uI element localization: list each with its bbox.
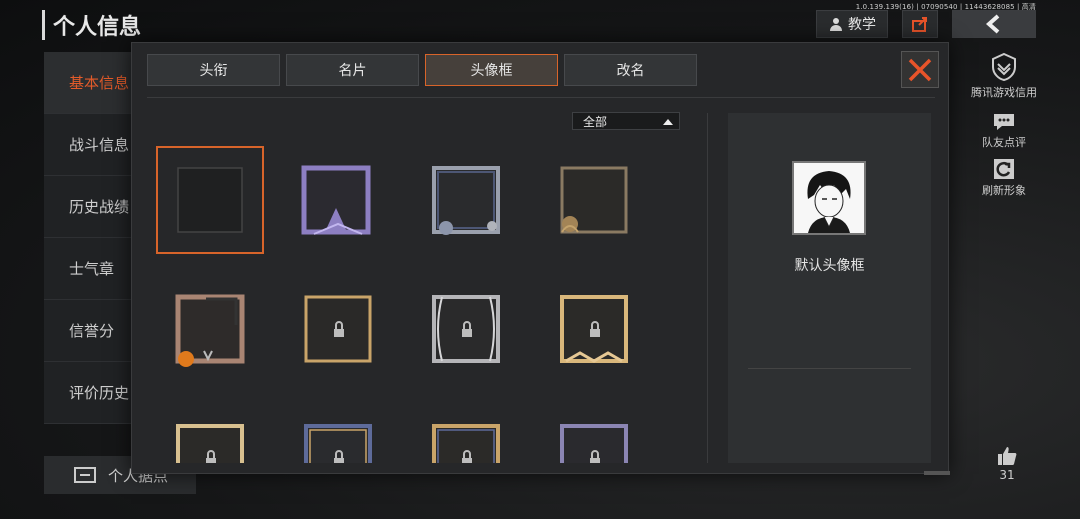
like-count: 31 [999, 468, 1015, 482]
avatar [792, 161, 866, 235]
nav-item-morale-badge[interactable]: 士气章 [44, 238, 140, 300]
close-icon [908, 58, 932, 81]
avatar-illustration [794, 163, 864, 233]
tutorial-button[interactable]: 教学 [816, 10, 888, 38]
divider [707, 113, 708, 463]
back-arrow-icon [985, 14, 1000, 34]
frame-grid [146, 105, 702, 463]
refresh-image-label: 刷新形象 [982, 184, 1026, 197]
frame-item-purple[interactable] [284, 146, 392, 254]
close-button[interactable] [901, 51, 939, 88]
share-icon [912, 17, 927, 32]
frame-item-purple-plain[interactable] [540, 404, 648, 463]
scrollbar[interactable] [924, 471, 950, 475]
frame-item-blue-gold[interactable] [284, 404, 392, 463]
teammate-review-button[interactable]: 队友点评 [962, 112, 1046, 150]
teammate-review-label: 队友点评 [982, 136, 1026, 149]
nav-item-review-history[interactable]: 评价历史 [44, 362, 140, 424]
preview-panel: 默认头像框 [728, 113, 931, 463]
back-button[interactable] [952, 10, 1036, 38]
share-button[interactable] [902, 10, 938, 38]
preview-frame-name: 默认头像框 [794, 258, 865, 274]
frame-item-gold-thin[interactable] [284, 275, 392, 383]
nav-item-credit-score[interactable]: 信誉分 [44, 300, 140, 362]
shield-icon [992, 52, 1016, 82]
nav-item-history-record[interactable]: 历史战绩 [44, 176, 140, 238]
frame-item-silver-ornate[interactable] [412, 275, 520, 383]
frame-item-gold-plain[interactable] [156, 404, 264, 463]
frame-item-gold-blue[interactable] [412, 404, 520, 463]
nav-item-basic-info[interactable]: 基本信息 [44, 52, 140, 114]
tab-avatar-frame[interactable]: 头像框 [425, 54, 558, 86]
chat-icon [994, 114, 1014, 130]
left-nav: 基本信息 战斗信息 历史战绩 士气章 信誉分 评价历史 [44, 52, 140, 424]
frame-item-halloween[interactable] [156, 275, 264, 383]
refresh-icon [994, 159, 1014, 179]
frame-item-silver-blue[interactable] [412, 146, 520, 254]
person-icon [830, 18, 842, 31]
tencent-credit-button[interactable]: 腾讯游戏信用 [962, 52, 1046, 100]
page-header: 个人信息 [42, 10, 141, 40]
base-icon [74, 467, 96, 483]
like-button[interactable]: 31 [990, 446, 1024, 482]
refresh-image-button[interactable]: 刷新形象 [962, 158, 1046, 198]
avatar-frame-dialog: 头衔 名片 头像框 改名 全部 默认头像框 [131, 42, 950, 475]
thumbs-up-icon [998, 447, 1017, 465]
frame-item-bronze-octopus[interactable] [540, 146, 648, 254]
tencent-credit-label: 腾讯游戏信用 [971, 86, 1037, 99]
tutorial-label: 教学 [848, 17, 876, 33]
nav-item-battle-info[interactable]: 战斗信息 [44, 114, 140, 176]
frame-item-gold-ornate[interactable] [540, 275, 648, 383]
tab-name-card[interactable]: 名片 [286, 54, 419, 86]
divider [748, 368, 911, 369]
tab-title[interactable]: 头衔 [147, 54, 280, 86]
dialog-tabs: 头衔 名片 头像框 改名 [147, 54, 697, 86]
divider [147, 97, 935, 98]
frame-item-default[interactable] [156, 146, 264, 254]
tab-rename[interactable]: 改名 [564, 54, 697, 86]
page-title: 个人信息 [53, 15, 142, 40]
